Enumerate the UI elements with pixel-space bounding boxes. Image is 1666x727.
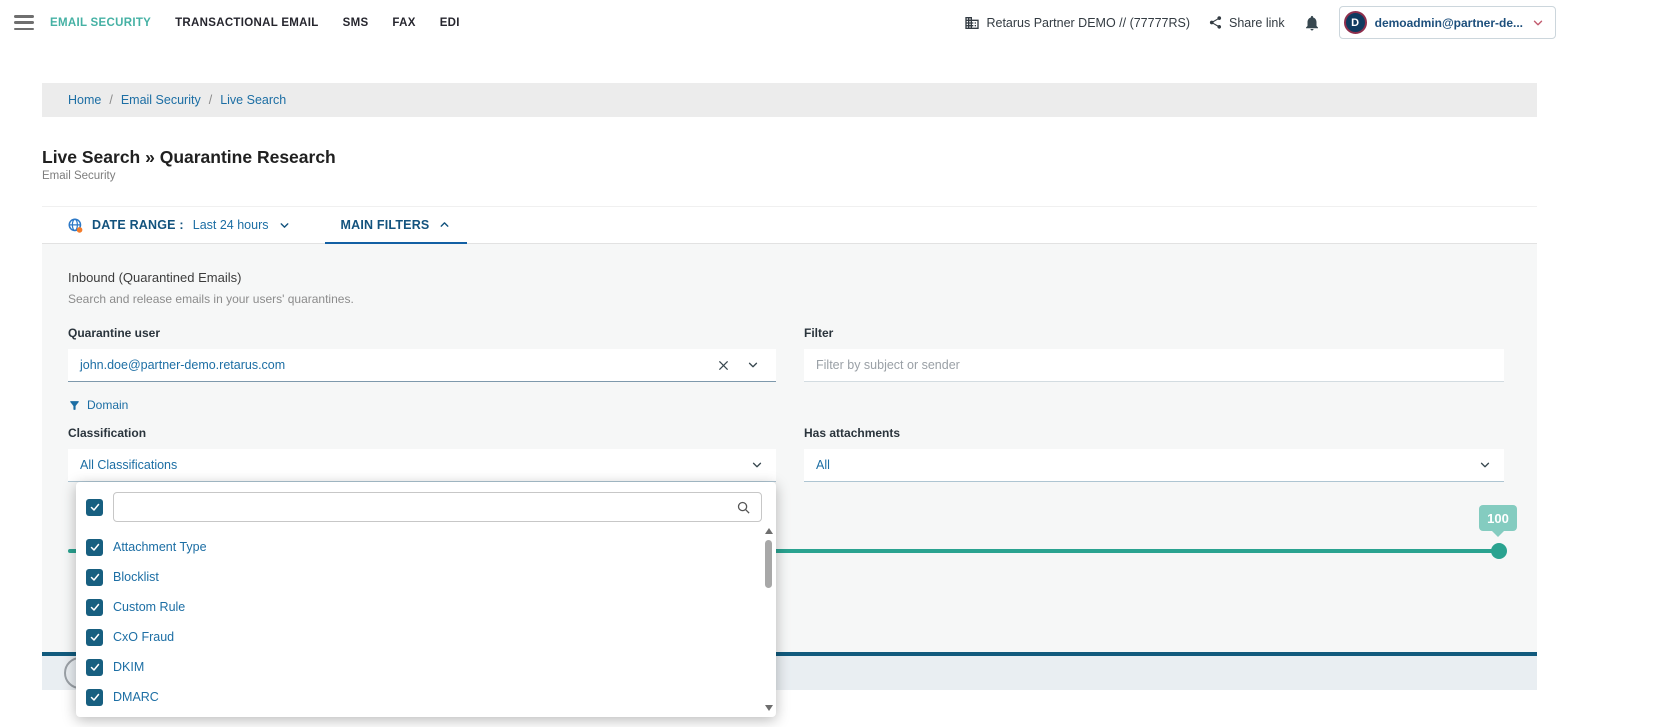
globe-schedule-icon — [68, 218, 83, 233]
clear-icon[interactable] — [709, 355, 738, 376]
nav-sms[interactable]: SMS — [343, 17, 369, 29]
domain-link-label: Domain — [87, 398, 128, 412]
has-attachments-value: All — [816, 458, 830, 472]
option-label: DMARC — [113, 690, 159, 704]
select-all-checkbox[interactable] — [86, 499, 103, 516]
breadcrumb-separator: / — [109, 93, 112, 107]
checkbox-checked[interactable] — [86, 599, 103, 616]
filter-label: Filter — [804, 326, 1504, 340]
filter-tabbar: DATE RANGE : Last 24 hours MAIN FILTERS — [42, 206, 1537, 244]
chevron-down-icon[interactable] — [738, 354, 768, 376]
slider-handle[interactable] — [1491, 543, 1507, 559]
classification-label: Classification — [68, 426, 776, 440]
share-icon — [1208, 15, 1223, 30]
user-menu[interactable]: D demoadmin@partner-de... — [1339, 6, 1556, 39]
top-navbar: EMAIL SECURITY TRANSACTIONAL EMAIL SMS F… — [0, 0, 1666, 45]
share-link-label: Share link — [1229, 16, 1285, 30]
nav-email-security[interactable]: EMAIL SECURITY — [50, 17, 151, 29]
option-attachment-type[interactable]: Attachment Type — [76, 532, 776, 562]
dropdown-scrollbar[interactable] — [765, 528, 773, 711]
chevron-down-icon — [750, 458, 764, 472]
nav-transactional-email[interactable]: TRANSACTIONAL EMAIL — [175, 17, 318, 29]
page-subtitle: Email Security — [42, 170, 1537, 182]
has-attachments-label: Has attachments — [804, 426, 1504, 440]
option-label: Attachment Type — [113, 540, 207, 554]
domain-filter-link[interactable]: Domain — [68, 398, 1537, 412]
section-title: Inbound (Quarantined Emails) — [68, 270, 1537, 285]
filter-input[interactable] — [804, 349, 1504, 382]
option-blocklist[interactable]: Blocklist — [76, 562, 776, 592]
breadcrumb-home[interactable]: Home — [68, 93, 101, 107]
option-label: DKIM — [113, 660, 144, 674]
breadcrumb-live-search[interactable]: Live Search — [220, 93, 286, 107]
menu-icon[interactable] — [14, 15, 34, 30]
classification-dropdown: Attachment Type Blocklist Custom Rule Cx… — [76, 482, 776, 717]
chevron-down-icon — [278, 219, 291, 232]
checkbox-checked[interactable] — [86, 659, 103, 676]
scroll-up-arrow-icon[interactable] — [765, 528, 773, 534]
section-subtitle: Search and release emails in your users'… — [68, 292, 1537, 306]
chevron-down-icon — [1478, 458, 1492, 472]
option-custom-rule[interactable]: Custom Rule — [76, 592, 776, 622]
date-range-label: DATE RANGE : — [92, 218, 184, 232]
option-cxo-fraud[interactable]: CxO Fraud — [76, 622, 776, 652]
dropdown-options: Attachment Type Blocklist Custom Rule Cx… — [76, 528, 776, 712]
date-range-value: Last 24 hours — [193, 218, 269, 232]
share-link-button[interactable]: Share link — [1208, 15, 1285, 30]
checkbox-checked[interactable] — [86, 539, 103, 556]
main-filters-label: MAIN FILTERS — [341, 218, 430, 232]
classification-select[interactable]: All Classifications — [68, 449, 776, 482]
option-label: CxO Fraud — [113, 630, 174, 644]
search-icon — [736, 500, 751, 515]
option-dkim[interactable]: DKIM — [76, 652, 776, 682]
user-email: demoadmin@partner-de... — [1375, 16, 1523, 30]
chevron-down-icon — [1531, 16, 1545, 30]
has-attachments-select[interactable]: All — [804, 449, 1504, 482]
scroll-down-arrow-icon[interactable] — [765, 705, 773, 711]
quarantine-user-select[interactable]: john.doe@partner-demo.retarus.com — [68, 349, 776, 382]
account-label: Retarus Partner DEMO // (77777RS) — [986, 16, 1190, 30]
checkbox-checked[interactable] — [86, 569, 103, 586]
product-nav: EMAIL SECURITY TRANSACTIONAL EMAIL SMS F… — [50, 17, 460, 29]
building-icon — [964, 15, 980, 31]
option-label: Blocklist — [113, 570, 159, 584]
nav-edi[interactable]: EDI — [440, 17, 460, 29]
breadcrumb-email-security[interactable]: Email Security — [121, 93, 201, 107]
account-selector[interactable]: Retarus Partner DEMO // (77777RS) — [964, 15, 1190, 31]
option-dmarc[interactable]: DMARC — [76, 682, 776, 712]
scrollbar-thumb[interactable] — [765, 540, 772, 588]
slider-value-badge: 100 — [1479, 505, 1517, 531]
funnel-icon — [68, 399, 81, 412]
page-title: Live Search » Quarantine Research — [42, 147, 1537, 168]
quarantine-user-label: Quarantine user — [68, 326, 776, 340]
checkbox-checked[interactable] — [86, 689, 103, 706]
breadcrumb-separator: / — [209, 93, 212, 107]
chevron-up-icon — [438, 218, 451, 231]
quarantine-user-value: john.doe@partner-demo.retarus.com — [80, 358, 709, 372]
user-avatar: D — [1344, 11, 1367, 34]
option-label: Custom Rule — [113, 600, 185, 614]
classification-value: All Classifications — [80, 458, 177, 472]
notifications-bell-icon[interactable] — [1303, 14, 1321, 32]
nav-fax[interactable]: FAX — [392, 17, 415, 29]
checkbox-checked[interactable] — [86, 629, 103, 646]
tab-date-range[interactable]: DATE RANGE : Last 24 hours — [52, 207, 307, 243]
breadcrumb: Home / Email Security / Live Search — [42, 83, 1537, 117]
dropdown-search-box[interactable] — [113, 492, 762, 522]
dropdown-search-input[interactable] — [124, 500, 736, 514]
tab-main-filters[interactable]: MAIN FILTERS — [325, 207, 468, 244]
